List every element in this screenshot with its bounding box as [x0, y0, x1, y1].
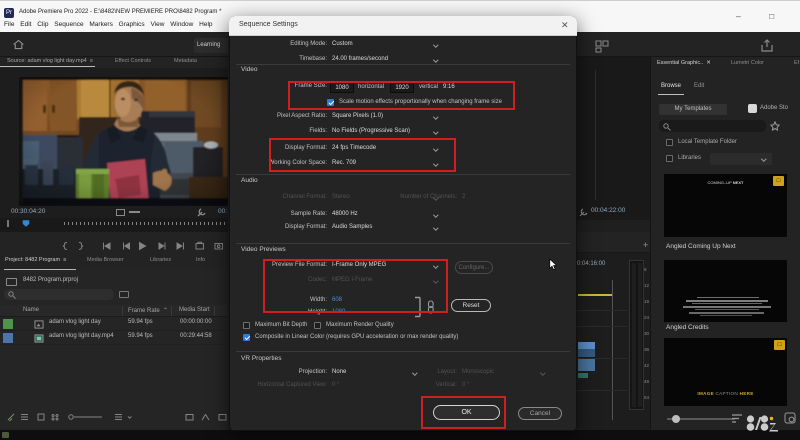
svg-text:18: 18 — [644, 299, 650, 304]
svg-text:42: 42 — [644, 363, 650, 368]
svg-text:30: 30 — [644, 331, 650, 336]
svg-text:24: 24 — [644, 315, 650, 320]
svg-text:54: 54 — [644, 395, 650, 400]
svg-text:48: 48 — [644, 379, 650, 384]
svg-text:12: 12 — [644, 283, 650, 288]
svg-text:36: 36 — [644, 347, 650, 352]
svg-text:6: 6 — [644, 267, 647, 272]
